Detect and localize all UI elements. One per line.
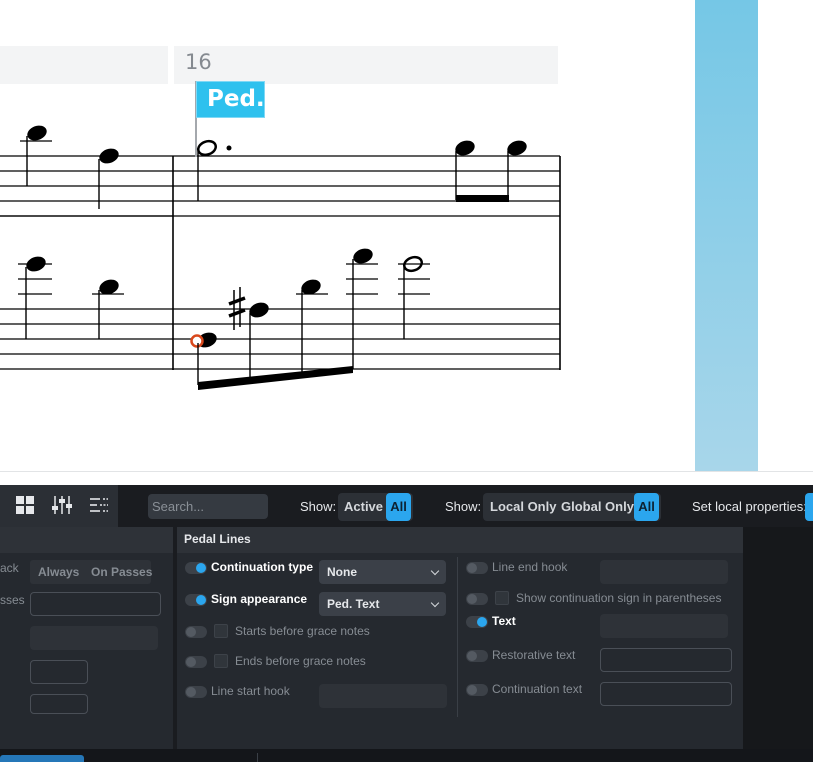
show-active-button[interactable]: Active (338, 493, 389, 521)
show-scope-all-button[interactable]: All (634, 493, 659, 521)
status-separator (257, 753, 258, 762)
note (98, 279, 119, 339)
global-only-button[interactable]: Global Only (555, 493, 640, 521)
line-end-hook-label: Line end hook (492, 560, 568, 574)
ends-before-grace-label: Ends before grace notes (235, 654, 366, 668)
restorative-text-field[interactable] (600, 648, 732, 672)
line-start-hook-label: Line start hook (211, 684, 290, 698)
playback-section: ack Always On Passes sses (0, 527, 173, 749)
mixer-sliders-icon[interactable] (51, 494, 73, 516)
text-toggle[interactable] (466, 616, 488, 628)
divider (0, 471, 813, 472)
note (25, 256, 46, 339)
list-filter-icon[interactable] (88, 494, 110, 516)
line-end-hook-toggle[interactable] (466, 562, 488, 574)
line-end-hook-field[interactable] (600, 560, 728, 584)
section-header (0, 527, 173, 553)
row-label: sses (0, 593, 25, 607)
note (26, 125, 47, 186)
ends-before-grace-toggle[interactable] (185, 656, 207, 668)
sign-appearance-label: Sign appearance (211, 592, 308, 606)
show-continuation-parentheses-toggle[interactable] (466, 593, 488, 605)
starts-before-grace-toggle[interactable] (185, 626, 207, 638)
show-scope-label: Show: (445, 499, 482, 514)
continuation-type-label: Continuation type (211, 560, 313, 574)
text-field[interactable] (600, 614, 728, 638)
sign-appearance-select[interactable]: Ped. Text (319, 592, 446, 616)
sign-appearance-toggle[interactable] (185, 594, 207, 606)
beamed-eighth-notes (455, 140, 527, 202)
half-note (403, 255, 423, 339)
panel-empty-area (743, 527, 813, 749)
bass-staff (0, 308, 560, 370)
continuation-type-value: None (327, 565, 357, 579)
pedal-text: Ped. (207, 86, 265, 112)
show-label: Show: (300, 499, 337, 514)
continuation-type-toggle[interactable] (185, 562, 207, 574)
column-divider (457, 557, 458, 717)
passes-field[interactable] (30, 592, 161, 616)
text-label: Text (492, 614, 516, 628)
score-view[interactable]: 16 Ped. (0, 0, 813, 472)
starts-before-grace-checkbox[interactable] (214, 624, 228, 638)
chevron-down-icon (430, 566, 440, 576)
show-continuation-parentheses-label: Show continuation sign in parentheses (516, 591, 722, 605)
continuation-type-select[interactable]: None (319, 560, 446, 584)
status-bar (0, 749, 813, 762)
ends-before-grace-checkbox[interactable] (214, 654, 228, 668)
treble-staff (0, 155, 560, 217)
value-field[interactable] (30, 626, 158, 650)
video-window (695, 0, 758, 472)
restorative-text-label: Restorative text (492, 648, 576, 662)
chevron-down-icon (430, 598, 440, 608)
section-title: Pedal Lines (184, 532, 251, 546)
value-field[interactable] (30, 660, 88, 684)
grid-view-icon[interactable] (14, 494, 36, 516)
starts-before-grace-label: Starts before grace notes (235, 624, 370, 638)
local-only-button[interactable]: Local Only (484, 493, 562, 521)
set-local-properties-toggle[interactable] (805, 493, 813, 521)
selected-note (190, 332, 217, 385)
line-start-hook-toggle[interactable] (185, 686, 207, 698)
always-button[interactable]: Always (38, 565, 79, 579)
active-bottom-tab[interactable] (0, 755, 84, 762)
line-start-hook-field[interactable] (319, 684, 447, 708)
pedal-lines-section: Pedal Lines Continuation type None Sign … (177, 527, 743, 749)
music-notation[interactable] (0, 0, 695, 472)
continuation-text-label: Continuation text (492, 682, 583, 696)
sign-appearance-value: Ped. Text (327, 597, 380, 611)
row-label: ack (0, 561, 19, 575)
panel-view-toolbar (0, 485, 118, 527)
properties-panel: Search... Show: Active All Show: Local O… (0, 485, 813, 762)
note (301, 279, 321, 375)
search-input[interactable]: Search... (148, 494, 268, 519)
show-all-button[interactable]: All (386, 493, 411, 521)
set-local-properties-label: Set local properties: (692, 499, 807, 514)
section-header[interactable]: Pedal Lines (177, 527, 743, 553)
restorative-text-toggle[interactable] (466, 650, 488, 662)
continuation-text-toggle[interactable] (466, 684, 488, 696)
continuation-text-field[interactable] (600, 682, 732, 706)
note (98, 148, 119, 209)
note (249, 302, 269, 380)
show-continuation-parentheses-checkbox[interactable] (495, 591, 509, 605)
value-field[interactable] (30, 694, 88, 714)
on-passes-button[interactable]: On Passes (91, 565, 152, 579)
dotted-half-note (197, 139, 232, 201)
